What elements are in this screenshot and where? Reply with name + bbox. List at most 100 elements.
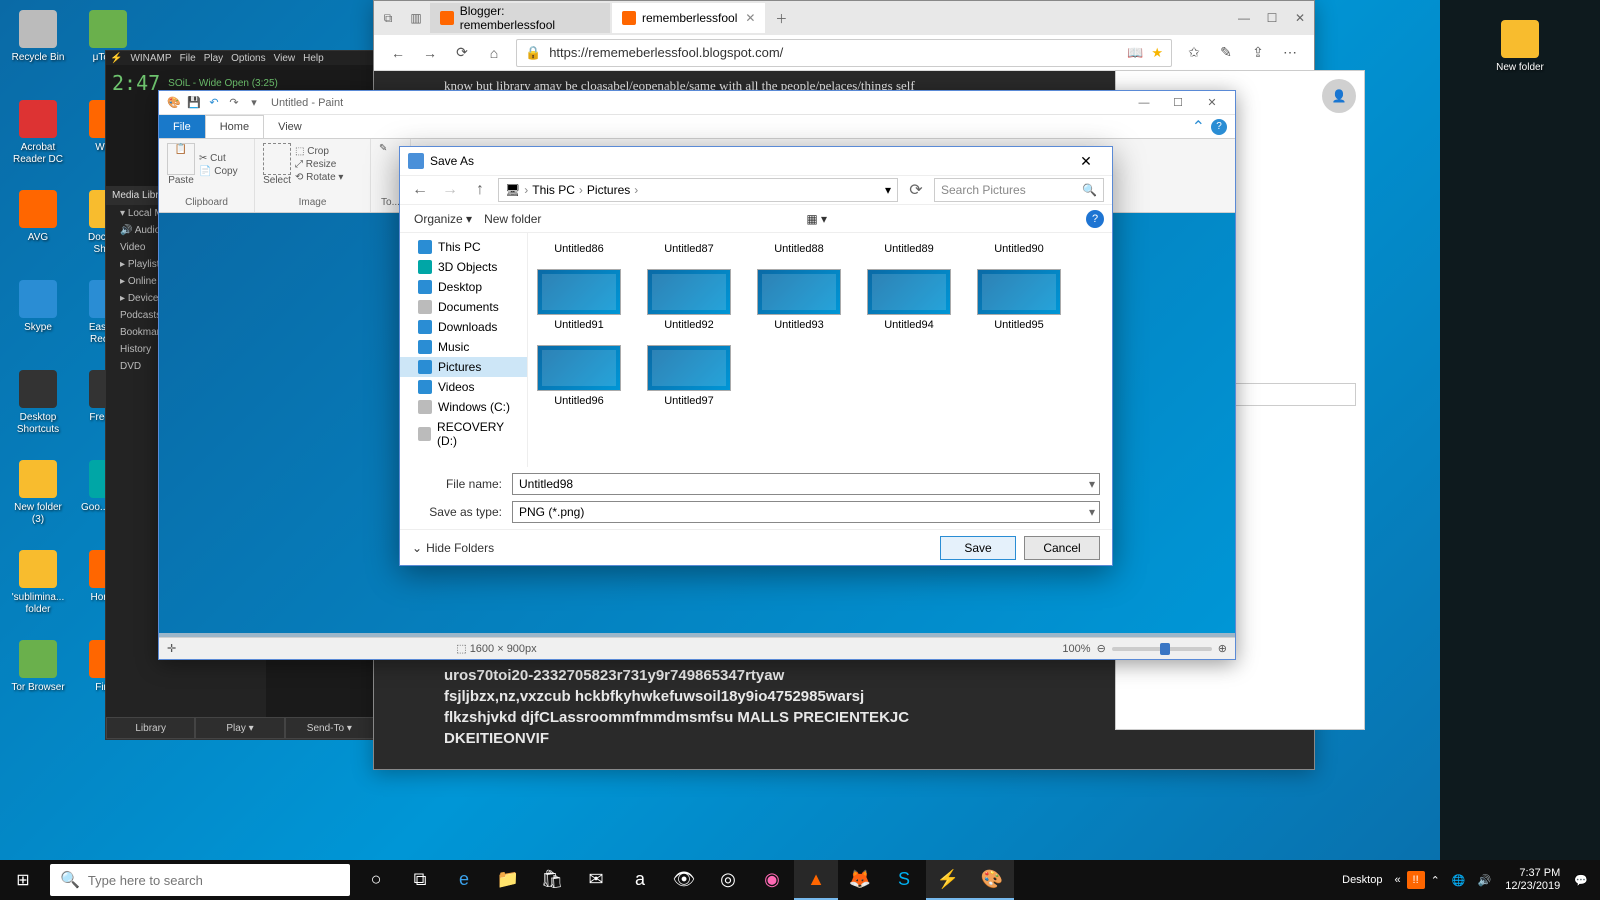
nav-up-button[interactable]: ↑ (468, 178, 492, 202)
search-input[interactable] (88, 873, 340, 888)
winamp-footer-sendto[interactable]: Send-To ▾ (285, 717, 374, 739)
filename-field[interactable]: Untitled98▾ (512, 473, 1100, 495)
forward-button[interactable]: → (414, 37, 446, 69)
crumb-pictures[interactable]: Pictures (587, 183, 630, 197)
desktop-icon[interactable]: 'sublimina... folder (8, 550, 68, 616)
save-button[interactable]: Save (940, 536, 1016, 560)
file-item[interactable]: Untitled89 (864, 239, 954, 255)
file-item[interactable]: Untitled97 (644, 345, 734, 407)
desktop-icon[interactable]: Desktop Shortcuts (8, 370, 68, 436)
nav-item-music[interactable]: Music (400, 337, 527, 357)
hide-folders-toggle[interactable]: ⌄ Hide Folders (412, 541, 494, 555)
desktop-icon[interactable]: AVG (8, 190, 68, 244)
qat-undo-icon[interactable]: ↶ (205, 94, 223, 112)
resize-button[interactable]: ⤢ Resize (295, 159, 343, 170)
winamp-menu-view[interactable]: View (274, 53, 296, 64)
winamp-footer-library[interactable]: Library (106, 717, 195, 739)
file-item[interactable]: Untitled88 (754, 239, 844, 255)
winamp-menu-options[interactable]: Options (231, 53, 265, 64)
task-edge[interactable]: e (442, 860, 486, 900)
file-item[interactable]: Untitled96 (534, 345, 624, 407)
system-tray[interactable]: Desktop « !! ⌃ 🌐 🔊 7:37 PM 12/23/2019 💬 (1336, 867, 1600, 893)
zoom-slider[interactable] (1112, 647, 1212, 651)
nav-item-pictures[interactable]: Pictures (400, 357, 527, 377)
desktop-icon[interactable]: Acrobat Reader DC (8, 100, 68, 166)
tab-rememberlessfool[interactable]: rememberlessfool ✕ (612, 3, 765, 33)
nav-item-desktop[interactable]: Desktop (400, 277, 527, 297)
paint-tab-view[interactable]: View (264, 115, 316, 138)
rotate-button[interactable]: ⟲ Rotate ▾ (295, 172, 343, 183)
nav-item-3d-objects[interactable]: 3D Objects (400, 257, 527, 277)
file-item[interactable]: Untitled90 (974, 239, 1064, 255)
tab-close-icon[interactable]: ✕ (745, 11, 755, 25)
copy-button[interactable]: 📄 Copy (199, 166, 238, 177)
winamp-footer-play[interactable]: Play ▾ (195, 717, 284, 739)
taskbar[interactable]: ⊞ 🔍 ○ ⧉ e 📁 🛍 ✉ a 👁 ◎ ◉ ▲ 🦊 S ⚡ 🎨 Deskto… (0, 860, 1600, 900)
ribbon-collapse-icon[interactable]: ⌃ (1192, 117, 1205, 137)
task-mail[interactable]: ✉ (574, 860, 618, 900)
file-item[interactable]: Untitled86 (534, 239, 624, 255)
task-store[interactable]: 🛍 (530, 860, 574, 900)
favorite-star-icon[interactable]: ★ (1151, 45, 1163, 61)
tray-app-icon[interactable]: !! (1407, 871, 1425, 889)
tray-notifications-icon[interactable]: 💬 (1568, 874, 1594, 887)
paste-icon[interactable]: 📋 (167, 143, 195, 175)
zoom-in-button[interactable]: ⊕ (1218, 642, 1227, 655)
winamp-titlebar[interactable]: ⚡ WINAMP File Play Options View Help (106, 51, 374, 65)
tab-back-icon[interactable]: ⧉ (374, 4, 402, 32)
task-amazon[interactable]: a (618, 860, 662, 900)
nav-pane[interactable]: This PC3D ObjectsDesktopDocumentsDownloa… (400, 233, 528, 467)
desktop-icon[interactable]: New folder (1490, 20, 1550, 74)
task-winamp[interactable]: ⚡ (926, 860, 970, 900)
save-as-dialog[interactable]: Save As ✕ ← → ↑ 🖥 › This PC › Pictures ›… (399, 146, 1113, 566)
select-icon[interactable] (263, 143, 291, 175)
paint-tab-file[interactable]: File (159, 115, 205, 138)
breadcrumb[interactable]: 🖥 › This PC › Pictures › ▾ (498, 178, 898, 202)
cut-button[interactable]: ✂ Cut (199, 153, 238, 164)
nav-refresh-button[interactable]: ⟳ (904, 178, 928, 202)
settings-button[interactable]: ⋯ (1274, 37, 1306, 69)
file-item[interactable]: Untitled93 (754, 269, 844, 331)
nav-item-downloads[interactable]: Downloads (400, 317, 527, 337)
tray-network-icon[interactable]: 🌐 (1446, 874, 1472, 887)
desktop-icon[interactable]: Tor Browser (8, 640, 68, 694)
file-item[interactable]: Untitled87 (644, 239, 734, 255)
type-field[interactable]: PNG (*.png)▾ (512, 501, 1100, 523)
newfolder-button[interactable]: New folder (478, 212, 547, 226)
file-item[interactable]: Untitled92 (644, 269, 734, 331)
taskview-button[interactable]: ⧉ (398, 860, 442, 900)
nav-back-button[interactable]: ← (408, 178, 432, 202)
tray-clock[interactable]: 7:37 PM 12/23/2019 (1497, 867, 1568, 893)
saveas-close-button[interactable]: ✕ (1068, 153, 1104, 170)
file-pane[interactable]: Untitled86 Untitled87 Untitled88 Untitled89… (528, 233, 1112, 467)
task-tripadvisor[interactable]: 👁 (662, 860, 706, 900)
task-firefox[interactable]: 🦊 (838, 860, 882, 900)
paint-maximize[interactable]: ☐ (1161, 93, 1195, 113)
task-explorer[interactable]: 📁 (486, 860, 530, 900)
nav-item-windows-c-[interactable]: Windows (C:) (400, 397, 527, 417)
crop-button[interactable]: ⬚ Crop (295, 146, 343, 157)
nav-item-videos[interactable]: Videos (400, 377, 527, 397)
tray-volume-icon[interactable]: 🔊 (1472, 874, 1498, 887)
desktop-icon[interactable]: New folder (3) (8, 460, 68, 526)
refresh-button[interactable]: ⟳ (446, 37, 478, 69)
saveas-help-icon[interactable]: ? (1086, 210, 1104, 228)
window-minimize[interactable]: — (1230, 4, 1258, 32)
new-tab-button[interactable]: ＋ (767, 4, 795, 32)
home-button[interactable]: ⌂ (478, 37, 510, 69)
qat-redo-icon[interactable]: ↷ (225, 94, 243, 112)
tab-aside-icon[interactable]: ▥ (402, 4, 430, 32)
tray-overflow-icon[interactable]: « (1388, 874, 1406, 886)
dropdown-icon[interactable]: ▾ (1089, 477, 1095, 491)
paint-minimize[interactable]: — (1127, 93, 1161, 113)
winamp-menu-file[interactable]: File (180, 53, 196, 64)
file-item[interactable]: Untitled94 (864, 269, 954, 331)
nav-item-documents[interactable]: Documents (400, 297, 527, 317)
window-close[interactable]: ✕ (1286, 4, 1314, 32)
crumb-thispc[interactable]: This PC (532, 183, 575, 197)
cortana-button[interactable]: ○ (354, 860, 398, 900)
share-button[interactable]: ⇪ (1242, 37, 1274, 69)
window-maximize[interactable]: ☐ (1258, 4, 1286, 32)
qat-save-icon[interactable]: 💾 (185, 94, 203, 112)
pencil-icon[interactable]: ✎ (379, 143, 387, 154)
